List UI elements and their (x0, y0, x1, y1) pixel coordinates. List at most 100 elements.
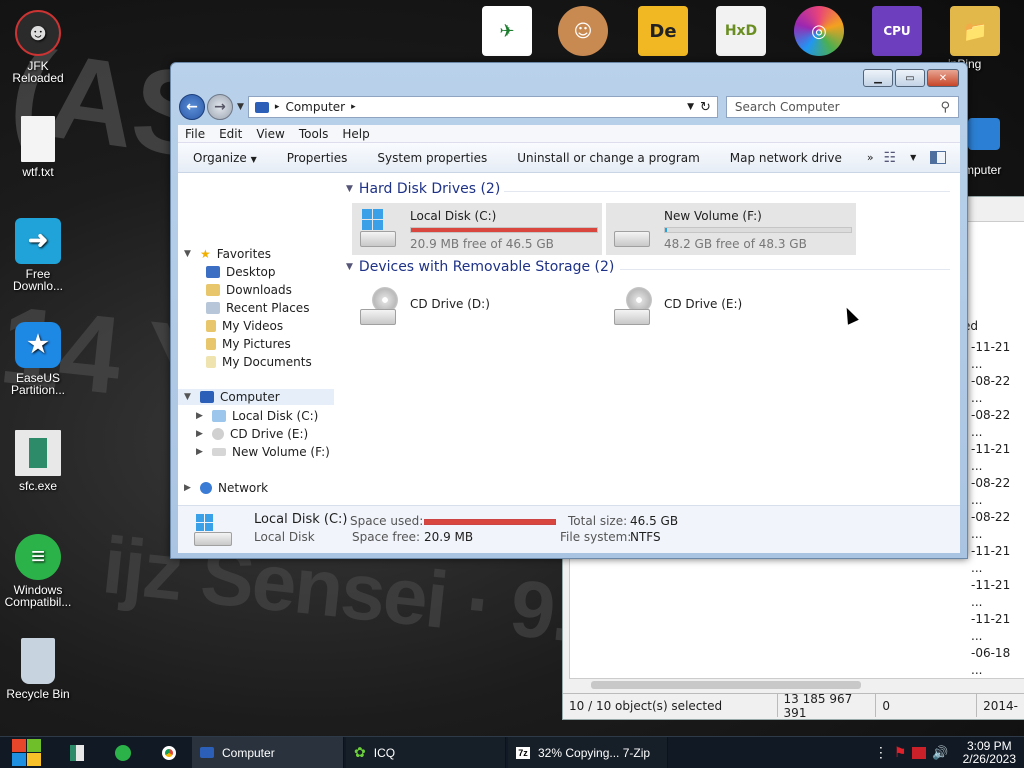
drive-small-icon (212, 410, 226, 422)
start-button[interactable] (0, 737, 54, 768)
drive-cd-e[interactable]: CD Drive (E:) (606, 281, 856, 333)
search-box[interactable]: Search Computer ⚲ (725, 96, 959, 118)
nav-my-documents[interactable]: My Documents (206, 355, 312, 369)
collapse-icon[interactable]: ▼ (346, 262, 353, 272)
jfk-icon: ☻ (15, 10, 61, 56)
change-view-icon[interactable]: ☷ (884, 150, 897, 166)
nav-downloads[interactable]: Downloads (206, 283, 292, 297)
message-bubble-icon (115, 744, 131, 761)
tray-overflow-icon[interactable]: ⋮ (874, 744, 888, 761)
capacity-bar (410, 227, 598, 233)
total-size-value: 46.5 GB (630, 514, 679, 528)
taskbar-task-icq[interactable]: ✿ ICQ (346, 736, 506, 768)
more-commands-button[interactable]: » (857, 151, 884, 164)
collapse-icon[interactable]: ▼ (346, 184, 353, 194)
menu-help[interactable]: Help (335, 127, 376, 141)
maximize-button[interactable]: ▭ (895, 69, 925, 87)
expand-icon[interactable]: ▶ (196, 447, 206, 457)
list-item: -11-21 ... (971, 340, 1011, 371)
drive-cd-d[interactable]: CD Drive (D:) (352, 281, 602, 333)
taskbar-app-chrome[interactable] (146, 737, 192, 768)
menu-tools[interactable]: Tools (292, 127, 336, 141)
volume-icon[interactable]: 🔊 (932, 745, 948, 761)
taskbar-app-sfc[interactable] (54, 737, 100, 768)
view-dropdown-icon[interactable]: ▼ (910, 153, 916, 162)
desktop-icon-recycle-bin[interactable]: Recycle Bin (0, 638, 76, 700)
organize-button[interactable]: Organize ▼ (178, 151, 272, 165)
back-button[interactable]: ← (179, 94, 205, 120)
list-item: -08-22 ... (971, 374, 1011, 405)
recent-places-icon (206, 302, 220, 314)
navigation-pane[interactable]: ▼ ★ Favorites Desktop Downloads Recent P… (178, 173, 336, 505)
properties-button[interactable]: Properties (272, 151, 363, 165)
nav-desktop[interactable]: Desktop (206, 265, 276, 279)
bg-horizontal-scrollbar[interactable] (591, 681, 861, 689)
group-removable-storage[interactable]: ▼ Devices with Removable Storage (2) (346, 259, 614, 275)
explorer-window[interactable]: ▁ ▭ ✕ ← → ▼ ▸ Computer ▸ ▼ ↻ Search Comp… (170, 62, 968, 559)
documents-folder-icon (206, 356, 216, 368)
refresh-icon[interactable]: ↻ (700, 100, 711, 115)
nav-recent-places[interactable]: Recent Places (206, 301, 309, 315)
close-button[interactable]: ✕ (927, 69, 959, 87)
search-input[interactable]: Search Computer (735, 100, 840, 114)
desktop-icon-easeus[interactable]: ★ EaseUS Partition... (0, 322, 76, 396)
details-subtitle: Local Disk (254, 530, 315, 544)
address-dropdown-icon[interactable]: ▼ (687, 102, 694, 112)
color-wheel-icon[interactable]: ◎ (794, 6, 844, 56)
menu-view[interactable]: View (249, 127, 291, 141)
breadcrumb-chevron-icon[interactable]: ▸ (351, 102, 356, 112)
status-selected: 10 / 10 object(s) selected (563, 694, 778, 717)
breadcrumb-separator-icon[interactable]: ▸ (275, 102, 280, 112)
desktop-icon-free-download[interactable]: ➜ Free Downlo... (0, 218, 76, 292)
taskbar-task-7zip[interactable]: 7z 32% Copying... 7-Zip (508, 736, 668, 768)
expand-icon[interactable]: ▶ (184, 483, 194, 493)
action-center-flag-icon[interactable]: ⚑ (894, 744, 907, 761)
search-icon[interactable]: ⚲ (940, 100, 950, 115)
drives-view[interactable]: ▼ Hard Disk Drives (2) Local Disk (C:) 2… (344, 173, 960, 505)
tray-monitor-icon[interactable] (912, 746, 927, 759)
cpuz-icon[interactable]: CPU (872, 6, 922, 56)
menu-file[interactable]: File (178, 127, 212, 141)
folder-user-icon[interactable]: 📁 (950, 6, 1000, 56)
nav-my-videos[interactable]: My Videos (206, 319, 283, 333)
expand-icon[interactable]: ▶ (196, 411, 206, 421)
star-badge-icon: ★ (15, 322, 61, 368)
nav-cd-drive-e[interactable]: ▶ CD Drive (E:) (196, 427, 308, 441)
nav-computer[interactable]: ▼ Computer (178, 389, 334, 405)
clock[interactable]: 3:09 PM 2/26/2023 (963, 739, 1016, 766)
recent-pages-dropdown-icon[interactable]: ▼ (237, 102, 244, 112)
nav-new-volume-f[interactable]: ▶ New Volume (F:) (196, 445, 330, 459)
group-hard-disk-drives[interactable]: ▼ Hard Disk Drives (2) (346, 181, 500, 197)
collapse-icon[interactable]: ▼ (184, 392, 194, 402)
nav-my-pictures[interactable]: My Pictures (206, 337, 291, 351)
expand-icon[interactable]: ▶ (196, 429, 206, 439)
collapse-icon[interactable]: ▼ (184, 249, 194, 259)
uninstall-program-button[interactable]: Uninstall or change a program (502, 151, 715, 165)
airplane-icon[interactable]: ✈ (482, 6, 532, 56)
taskbar-app-chat[interactable] (100, 737, 146, 768)
de-icon[interactable]: De (638, 6, 688, 56)
nav-local-disk-c[interactable]: ▶ Local Disk (C:) (196, 409, 318, 423)
taskbar-task-computer[interactable]: Computer (192, 736, 344, 768)
system-properties-button[interactable]: System properties (362, 151, 502, 165)
minimize-button[interactable]: ▁ (863, 69, 893, 87)
computer-icon[interactable] (968, 118, 1000, 150)
preview-pane-icon[interactable] (930, 151, 947, 164)
doctor-icon[interactable]: ☺ (558, 6, 608, 56)
desktop-icon-wtf-txt[interactable]: wtf.txt (0, 116, 76, 178)
desktop-icon-jfk[interactable]: ☻ JFK Reloaded (0, 10, 76, 84)
breadcrumb-computer[interactable]: Computer (285, 100, 345, 114)
nav-favorites[interactable]: ▼ ★ Favorites (184, 247, 271, 261)
drive-new-volume-f[interactable]: New Volume (F:) 48.2 GB free of 48.3 GB (606, 203, 856, 255)
map-network-drive-button[interactable]: Map network drive (715, 151, 857, 165)
menu-edit[interactable]: Edit (212, 127, 249, 141)
desktop-label-computer[interactable]: mputer (964, 164, 1024, 176)
hxd-icon[interactable]: HxD (716, 6, 766, 56)
list-item: -11-21 ... (971, 442, 1011, 473)
nav-network[interactable]: ▶ Network (184, 481, 268, 495)
desktop-icon-sfc-exe[interactable]: sfc.exe (0, 430, 76, 492)
drive-local-disk-c[interactable]: Local Disk (C:) 20.9 MB free of 46.5 GB (352, 203, 602, 255)
address-bar[interactable]: ▸ Computer ▸ ▼ ↻ (247, 96, 718, 118)
forward-button[interactable]: → (207, 94, 233, 120)
desktop-icon-windows-compat[interactable]: ≡ Windows Compatibil... (0, 534, 76, 608)
